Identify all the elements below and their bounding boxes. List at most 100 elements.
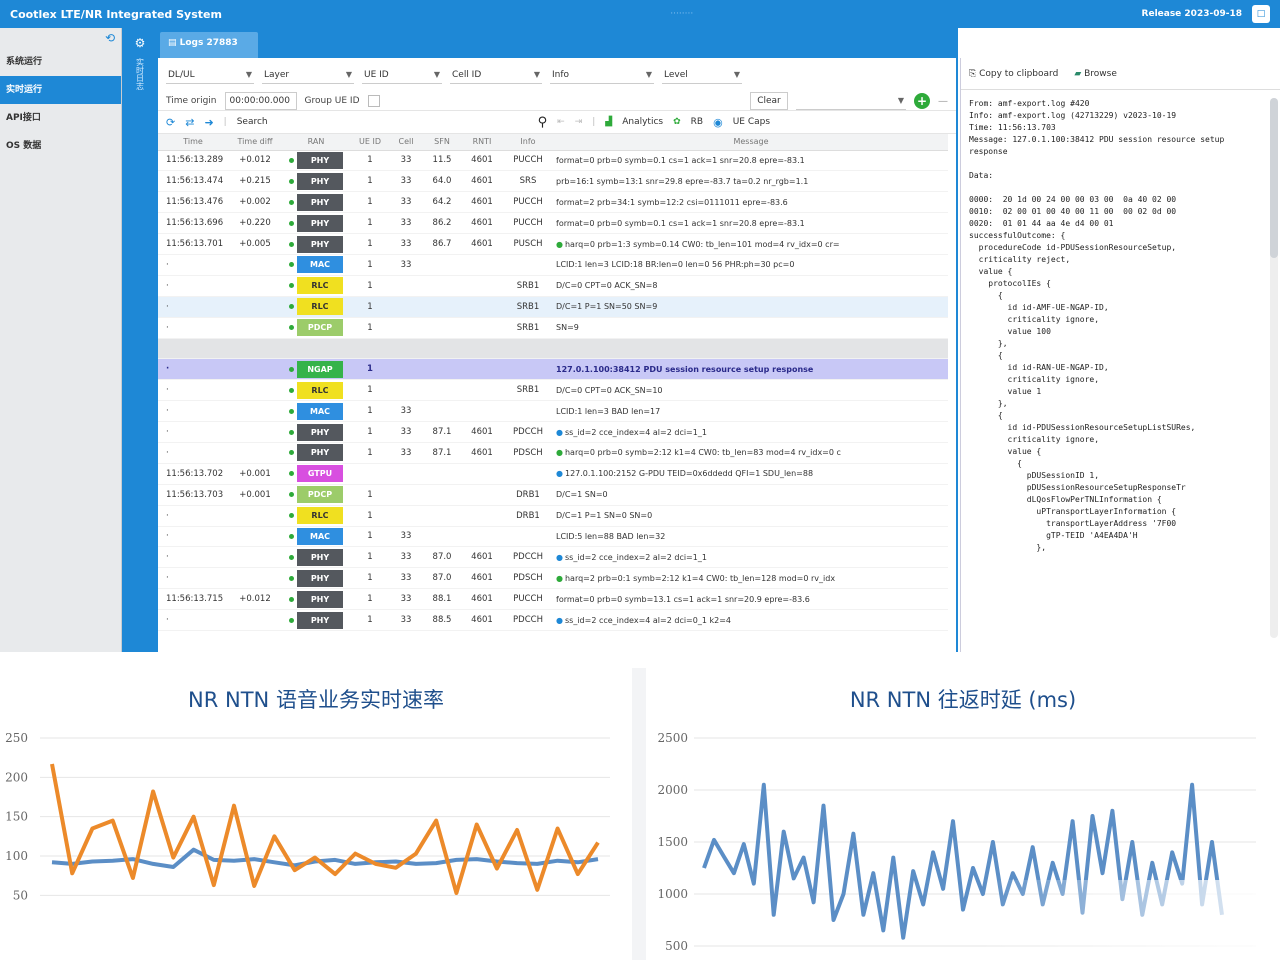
cell-rnti: 4601 xyxy=(462,609,502,631)
detail-scroll-thumb[interactable] xyxy=(1270,98,1278,258)
cell-cell: 33 xyxy=(390,526,422,548)
window-maximize-button[interactable]: □ xyxy=(1252,5,1270,23)
cell-info: PDSCH xyxy=(502,442,554,464)
filter-dropdown-0[interactable]: DL/UL ▼ xyxy=(166,66,254,84)
filter-dropdown-2[interactable]: UE ID ▼ xyxy=(362,66,442,84)
cell-msg: ● harq=0 prb=1:3 symb=0.14 CW0: tb_len=10… xyxy=(554,233,948,255)
cell-layer: MAC xyxy=(282,526,350,548)
filter-dropdown-label: Level xyxy=(664,69,688,80)
message-text: ss_id=2 cce_index=4 al=2 dci=1_1 xyxy=(564,427,707,437)
cell-info: SRB1 xyxy=(502,379,554,402)
cell-sfn xyxy=(422,484,462,506)
table-row[interactable]: · PHY 1 33 87.1 4601 PDCCH ● ss_id=2 cce_index=4… xyxy=(158,421,948,443)
search-label[interactable]: Search xyxy=(237,117,268,127)
table-row[interactable]: 11:56:13.474 +0.215 PHY 1 33 64.0 4601 SRS prb=1… xyxy=(158,170,948,193)
table-row[interactable]: 11:56:13.703 +0.001 PDCP 1 DRB1 D/C=1 SN=0 xyxy=(158,484,948,506)
cell-cell xyxy=(390,338,422,360)
copy-button[interactable]: ⎘ Copy to clipboard xyxy=(969,69,1058,79)
table-row[interactable]: · MAC 1 33 LCID:5 len=88 BAD len=32 xyxy=(158,526,948,548)
table-row[interactable]: 11:56:13.715 +0.012 PHY 1 33 88.1 4601 PUCCH for… xyxy=(158,588,948,611)
sidebar-item-os-data[interactable]: OS 数据 xyxy=(0,132,121,160)
sidebar-item-realtime[interactable]: 实时运行 xyxy=(0,76,121,104)
table-row[interactable]: · RLC 1 SRB1 D/C=1 P=1 SN=50 SN=9 xyxy=(158,296,948,318)
clear-button[interactable]: Clear xyxy=(750,92,788,110)
rb-button[interactable]: RB xyxy=(691,117,703,127)
column-header[interactable]: Cell xyxy=(390,134,422,151)
layer-chip: MAC xyxy=(297,256,343,274)
more-icon[interactable]: — xyxy=(938,96,948,107)
cell-diff: +0.001 xyxy=(228,484,282,506)
filter-dropdown-5[interactable]: Level ▼ xyxy=(662,66,742,84)
column-header[interactable]: Time xyxy=(158,134,228,151)
sidebar-item-system-run[interactable]: 系统运行 xyxy=(0,48,121,76)
binoculars-icon[interactable]: ⚲ xyxy=(538,115,548,130)
table-row[interactable]: · PHY 1 33 87.1 4601 PDSCH ● harq=0 prb=0 symb=2… xyxy=(158,442,948,464)
table-row[interactable]: · MAC 1 33 LCID:1 len=3 BAD len=17 xyxy=(158,400,948,423)
table-row[interactable]: · MAC 1 33 LCID:1 len=3 LCID:18 BR:len=0 len… xyxy=(158,254,948,276)
prev-icon[interactable]: ⇤ xyxy=(557,117,565,127)
column-header[interactable]: Time diff xyxy=(228,134,282,151)
detail-scrollbar[interactable] xyxy=(1270,98,1278,638)
table-row[interactable]: · NGAP 1 127.0.1.100:38412 PDU session reso… xyxy=(158,358,948,381)
table-row[interactable]: · RLC 1 SRB1 D/C=0 CPT=0 ACK_SN=10 xyxy=(158,379,948,402)
layer-chip: MAC xyxy=(297,402,343,420)
column-header[interactable]: RNTI xyxy=(462,134,502,151)
table-row[interactable]: · PHY 1 33 87.0 4601 PDSCH ● harq=2 prb=0:1 symb… xyxy=(158,567,948,590)
table-row[interactable]: · PDCP 1 SRB1 SN=9 xyxy=(158,317,948,339)
ue-caps-button[interactable]: UE Caps xyxy=(733,117,770,127)
refresh-icon[interactable]: ⟳ xyxy=(166,116,175,129)
cell-diff xyxy=(228,254,282,276)
browse-button[interactable]: ▰ Browse xyxy=(1074,69,1117,79)
table-row[interactable] xyxy=(158,338,948,360)
cell-time: · xyxy=(158,421,228,443)
time-origin-input[interactable]: 00:00:00.000 xyxy=(224,92,297,110)
sync-icon[interactable]: ⇄ xyxy=(185,116,194,129)
add-filter-button[interactable]: + xyxy=(914,93,930,109)
filter-dropdown-3[interactable]: Cell ID ▼ xyxy=(450,66,542,84)
message-text: 127.0.1.100:38412 PDU session resource s… xyxy=(556,364,814,374)
layer-chip: RLC xyxy=(297,507,343,525)
cell-msg: ● ss_id=2 cce_index=4 al=2 dci=1_1 xyxy=(554,421,948,443)
preset-dropdown[interactable]: ▼ xyxy=(796,92,906,110)
table-row[interactable]: 11:56:13.289 +0.012 PHY 1 33 11.5 4601 PUCCH for… xyxy=(158,150,948,172)
column-header[interactable]: UE ID xyxy=(350,134,390,151)
table-row[interactable]: 11:56:13.476 +0.002 PHY 1 33 64.2 4601 PUCCH for… xyxy=(158,191,948,214)
cell-sfn xyxy=(422,338,462,360)
next-icon[interactable]: ⇥ xyxy=(575,117,583,127)
column-header[interactable]: Info xyxy=(502,134,554,151)
column-header[interactable]: SFN xyxy=(422,134,462,151)
table-row[interactable]: · RLC 1 DRB1 D/C=1 P=1 SN=0 SN=0 xyxy=(158,505,948,527)
cell-cell xyxy=(390,463,422,485)
filter-dropdown-1[interactable]: Layer ▼ xyxy=(262,66,354,84)
collapse-icon[interactable]: ⟲ xyxy=(105,31,115,45)
table-row[interactable]: · RLC 1 SRB1 D/C=0 CPT=0 ACK_SN=8 xyxy=(158,275,948,297)
cell-time: · xyxy=(158,526,228,548)
table-row[interactable]: · PHY 1 33 87.0 4601 PDCCH ● ss_id=2 cce_index=2… xyxy=(158,546,948,569)
cell-ue: 1 xyxy=(350,400,390,423)
table-row[interactable]: 11:56:13.696 +0.220 PHY 1 33 86.2 4601 PUCCH for… xyxy=(158,212,948,235)
group-ue-checkbox[interactable] xyxy=(367,95,380,107)
column-header[interactable]: RAN xyxy=(282,134,350,151)
cell-rnti xyxy=(462,400,502,423)
filter-dropdown-label: Cell ID xyxy=(452,69,482,80)
tab-logs[interactable]: ▤ Logs 27883 xyxy=(160,32,258,58)
cell-msg: LCID:1 len=3 LCID:18 BR:len=0 len=0 56 P… xyxy=(554,254,948,276)
status-dot-icon xyxy=(289,533,294,539)
analytics-button[interactable]: Analytics xyxy=(622,117,663,127)
message-info-icon: ● xyxy=(556,615,563,625)
strip-settings-icon[interactable]: ⚙ xyxy=(122,36,158,50)
cell-ue: 1 xyxy=(350,484,390,506)
log-panel: DL/UL ▼ Layer ▼ UE ID ▼ Cell ID ▼ Info ▼ Level ▼ Ti… xyxy=(158,58,958,652)
table-row[interactable]: · PHY 1 33 88.5 4601 PDCCH ● ss_id=2 cce_index=4… xyxy=(158,609,948,631)
table-row[interactable]: 11:56:13.702 +0.001 GTPU ● 127.0.1.100:2152 … xyxy=(158,463,948,485)
column-header[interactable]: Message xyxy=(554,134,948,151)
cell-time: · xyxy=(158,296,228,318)
arrow-right-icon[interactable]: ➜ xyxy=(204,116,213,129)
filter-dropdown-4[interactable]: Info ▼ xyxy=(550,66,654,84)
sidebar-item-api[interactable]: API接口 xyxy=(0,104,121,132)
cell-info: PDCCH xyxy=(502,546,554,569)
table-row[interactable]: 11:56:13.701 +0.005 PHY 1 33 86.7 4601 PUSCH ● ha… xyxy=(158,233,948,255)
rb-icon: ✿ xyxy=(673,117,681,127)
cell-cell xyxy=(390,317,422,339)
cell-cell: 33 xyxy=(390,191,422,214)
